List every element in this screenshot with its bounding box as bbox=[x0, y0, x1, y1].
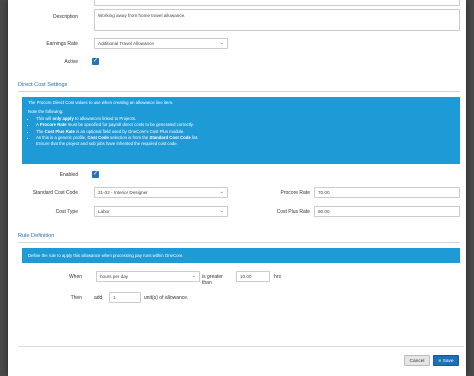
earnings-rate-value: Additional Travel Allowance bbox=[98, 41, 154, 46]
active-checkbox[interactable]: ✓ bbox=[92, 58, 99, 65]
when-select[interactable]: hours per day ⌄ bbox=[96, 271, 200, 282]
description-field[interactable]: Working away from home travel allowance. bbox=[94, 9, 460, 31]
earnings-rate-label: Earnings Rate bbox=[46, 41, 78, 47]
cancel-button[interactable]: Cancel bbox=[404, 355, 430, 366]
allowance-modal: Description Working away from home trave… bbox=[8, 0, 466, 376]
chevron-down-icon: ⌄ bbox=[219, 189, 224, 195]
cost-plus-rate-value: 90.00 bbox=[318, 209, 330, 214]
description-label: Description bbox=[52, 14, 78, 20]
threshold-field[interactable]: 10.00 bbox=[236, 271, 270, 282]
rule-info-text: Define the rule to apply this allowance … bbox=[28, 253, 184, 258]
threshold-value: 10.00 bbox=[240, 274, 252, 279]
chevron-down-icon: ⌄ bbox=[219, 208, 224, 214]
footer-divider bbox=[18, 346, 464, 347]
rule-section-title: Rule Definition bbox=[18, 231, 460, 243]
enabled-checkbox[interactable]: ✓ bbox=[92, 171, 99, 178]
chevron-down-icon: ⌄ bbox=[191, 273, 196, 279]
procore-rate-value: 70.00 bbox=[318, 190, 330, 195]
rule-info-box: Define the rule to apply this allowance … bbox=[22, 248, 460, 263]
cost-plus-rate-field[interactable]: 90.00 bbox=[314, 206, 460, 217]
save-icon: ■ bbox=[438, 359, 442, 364]
procore-rate-field[interactable]: 70.00 bbox=[314, 187, 460, 198]
procore-rate-label: Procore Rate bbox=[280, 190, 310, 196]
add-units-value: 1 bbox=[113, 295, 116, 300]
greater-than-text: is greater than bbox=[202, 274, 223, 286]
then-label: Then bbox=[70, 295, 82, 301]
units-text: unit(s) of allowance. bbox=[144, 295, 189, 301]
description-value: Working away from home travel allowance. bbox=[98, 13, 186, 18]
top-field[interactable] bbox=[94, 0, 460, 6]
save-button[interactable]: ■ Save bbox=[433, 355, 459, 366]
add-units-field[interactable]: 1 bbox=[109, 292, 141, 303]
chevron-down-icon: ⌄ bbox=[219, 40, 224, 46]
cost-type-select[interactable]: Labor ⌄ bbox=[94, 206, 228, 217]
when-value: hours per day bbox=[100, 274, 129, 279]
add-text: add bbox=[94, 295, 103, 301]
earnings-rate-select[interactable]: Additional Travel Allowance ⌄ bbox=[94, 38, 228, 49]
hrs-text: hrs bbox=[274, 274, 281, 280]
info-bullet: Ensure that the project and sub jobs hav… bbox=[36, 141, 178, 147]
direct-cost-info-box: The Procore Direct Cost values to use wh… bbox=[22, 97, 460, 164]
direct-cost-section-title: Direct Cost Settings bbox=[18, 80, 460, 92]
standard-cost-code-value: 31-02 - Interior Designer bbox=[98, 190, 148, 195]
cost-type-label: Cost Type bbox=[55, 209, 78, 215]
cost-plus-rate-label: Cost Plus Rate bbox=[276, 209, 310, 215]
standard-cost-code-label: Standard Cost Code bbox=[32, 190, 78, 196]
cost-type-value: Labor bbox=[98, 209, 110, 214]
enabled-label: Enabled bbox=[59, 172, 78, 178]
when-label: When bbox=[68, 274, 82, 280]
standard-cost-code-select[interactable]: 31-02 - Interior Designer ⌄ bbox=[94, 187, 228, 198]
active-label: Active bbox=[64, 59, 78, 65]
